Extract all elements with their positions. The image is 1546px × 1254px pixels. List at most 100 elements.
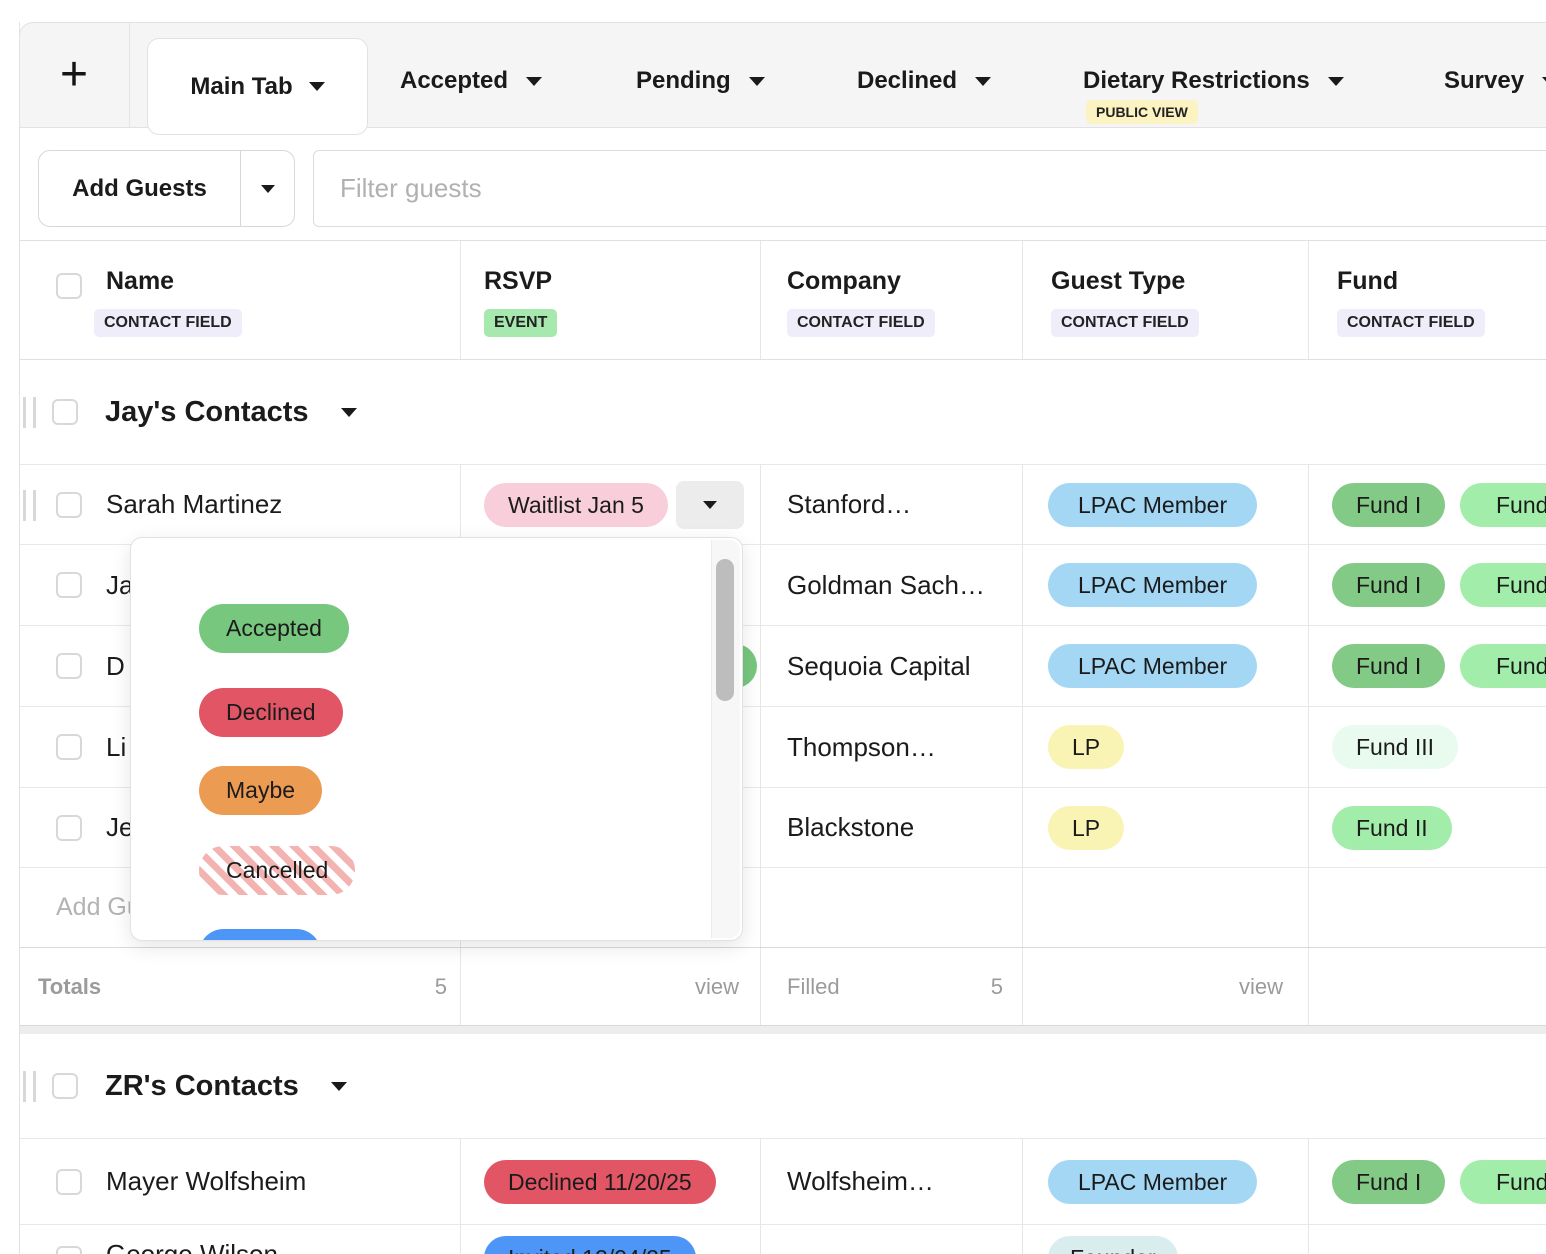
guest-type-pill: LPAC Member: [1048, 483, 1257, 527]
group-checkbox[interactable]: [52, 399, 78, 425]
rsvp-option-pill: Maybe: [199, 766, 322, 815]
tab-declined[interactable]: Declined: [857, 58, 991, 104]
public-view-badge: PUBLIC VIEW: [1086, 100, 1198, 124]
rsvp-dropdown-button[interactable]: [676, 481, 744, 529]
plus-icon: +: [60, 51, 88, 99]
contact-field-badge: CONTACT FIELD: [1337, 309, 1485, 337]
fund-pill: Fund I: [1332, 644, 1445, 688]
tab-label: Accepted: [400, 67, 508, 95]
tab-label: Pending: [636, 67, 731, 95]
menu-option-maybe[interactable]: Maybe: [199, 766, 322, 815]
tab-label: Main Tab: [190, 73, 292, 101]
menu-option-invited[interactable]: Invited: [199, 929, 321, 941]
contact-field-badge: CONTACT FIELD: [787, 309, 935, 337]
chevron-down-icon[interactable]: [331, 1082, 347, 1091]
tab-main-tab[interactable]: Main Tab: [147, 38, 368, 135]
group-title: ZR's Contacts: [105, 1070, 299, 1103]
chevron-down-icon[interactable]: [341, 408, 357, 417]
row-checkbox[interactable]: [56, 815, 82, 841]
chevron-down-icon: [1328, 77, 1344, 86]
rsvp-pill[interactable]: Declined 11/20/25: [484, 1160, 716, 1204]
rsvp-option-pill: Declined: [199, 688, 343, 737]
company-cell: Goldman Sach…: [787, 545, 985, 625]
contact-field-badge: CONTACT FIELD: [94, 309, 242, 337]
row-checkbox[interactable]: [56, 734, 82, 760]
menu-option-cancelled[interactable]: Cancelled: [199, 846, 355, 895]
table-row[interactable]: Mayer Wolfsheim Declined 11/20/25 Wolfsh…: [19, 1139, 1546, 1225]
rsvp-options-menu: Accepted Declined Maybe Cancelled Invite…: [130, 537, 743, 941]
group-header: Jay's Contacts: [19, 360, 1546, 465]
add-guests-dropdown-button[interactable]: [241, 151, 294, 226]
scrollbar-thumb[interactable]: [716, 559, 734, 701]
table-header-row: Name CONTACT FIELD RSVP EVENT Company CO…: [19, 240, 1546, 360]
table-row[interactable]: Sarah Martinez Waitlist Jan 5 Stanford… …: [19, 465, 1546, 545]
guest-name: George Wilson: [106, 1239, 278, 1254]
guest-type-view-link[interactable]: view: [1219, 948, 1283, 1025]
guest-type-pill: LP: [1048, 806, 1124, 850]
column-divider: [760, 241, 761, 359]
column-header-company: Company: [787, 267, 901, 296]
row-checkbox[interactable]: [56, 653, 82, 679]
rsvp-pill[interactable]: Invited 12/04/25: [484, 1236, 696, 1254]
rsvp-option-pill: Invited: [199, 929, 321, 941]
add-guests-split-button[interactable]: Add Guests: [38, 150, 295, 227]
guest-type-pill: LPAC Member: [1048, 1160, 1257, 1204]
column-header-guest-type: Guest Type: [1051, 267, 1185, 296]
column-header-name: Name: [106, 267, 174, 296]
row-checkbox[interactable]: [56, 1246, 82, 1254]
chevron-down-icon: [703, 501, 717, 509]
row-checkbox[interactable]: [56, 492, 82, 518]
tab-accepted[interactable]: Accepted: [400, 58, 542, 104]
menu-option-declined[interactable]: Declined: [199, 688, 343, 737]
tab-label: Dietary Restrictions: [1083, 67, 1310, 95]
chevron-down-icon: [526, 77, 542, 86]
chevron-down-icon: [1542, 77, 1546, 86]
rsvp-view-link[interactable]: view: [679, 948, 739, 1025]
row-checkbox[interactable]: [56, 1169, 82, 1195]
guest-name: Sarah Martinez: [106, 465, 282, 544]
table-row[interactable]: George Wilson Invited 12/04/25 Founder: [19, 1225, 1546, 1254]
column-divider: [1022, 241, 1023, 359]
fund-pill: Fund III: [1332, 725, 1458, 769]
drag-handle-icon[interactable]: [23, 490, 36, 521]
select-all-checkbox[interactable]: [56, 273, 82, 299]
fund-pill: Fund II: [1460, 563, 1546, 607]
fund-pill: Fund II: [1332, 806, 1452, 850]
rsvp-option-pill: Cancelled: [199, 846, 355, 895]
tab-pending[interactable]: Pending: [636, 58, 765, 104]
tab-survey[interactable]: Survey: [1444, 58, 1546, 104]
guest-name: D: [106, 626, 125, 706]
group-header: ZR's Contacts: [19, 1034, 1546, 1139]
chevron-down-icon: [975, 77, 991, 86]
menu-option-accepted[interactable]: Accepted: [199, 604, 349, 653]
row-checkbox[interactable]: [56, 572, 82, 598]
fund-pill: Fund I: [1332, 1160, 1445, 1204]
add-tab-button[interactable]: +: [19, 22, 130, 128]
column-divider: [1308, 241, 1309, 359]
column-divider: [460, 241, 461, 359]
drag-handle-icon[interactable]: [23, 1071, 36, 1102]
add-guests-button[interactable]: Add Guests: [39, 151, 240, 226]
section-separator: [19, 1026, 1546, 1034]
guest-list-app: + Main Tab Accepted Pending Declined Die…: [0, 0, 1546, 1254]
tab-label: Declined: [857, 67, 957, 95]
event-badge: EVENT: [484, 309, 557, 337]
tab-dietary-restrictions[interactable]: Dietary Restrictions: [1083, 58, 1344, 104]
fund-pill: Fund II: [1460, 644, 1546, 688]
guest-name: Mayer Wolfsheim: [106, 1139, 306, 1224]
company-cell: Sequoia Capital: [787, 626, 971, 706]
drag-handle-icon[interactable]: [23, 397, 36, 428]
company-cell: Blackstone: [787, 788, 914, 867]
scrollbar-track[interactable]: [711, 540, 740, 938]
tab-label: Survey: [1444, 67, 1524, 95]
company-cell: Stanford…: [787, 465, 911, 544]
group-checkbox[interactable]: [52, 1073, 78, 1099]
guest-type-pill: LP: [1048, 725, 1124, 769]
rsvp-option-pill: Accepted: [199, 604, 349, 653]
fund-pill: Fund II: [1460, 1160, 1546, 1204]
guest-name: Li: [106, 707, 126, 787]
rsvp-pill[interactable]: Waitlist Jan 5: [484, 483, 668, 527]
guest-type-pill: Founder: [1048, 1236, 1178, 1254]
totals-label: Totals: [38, 948, 101, 1025]
filter-guests-input[interactable]: [313, 150, 1546, 227]
